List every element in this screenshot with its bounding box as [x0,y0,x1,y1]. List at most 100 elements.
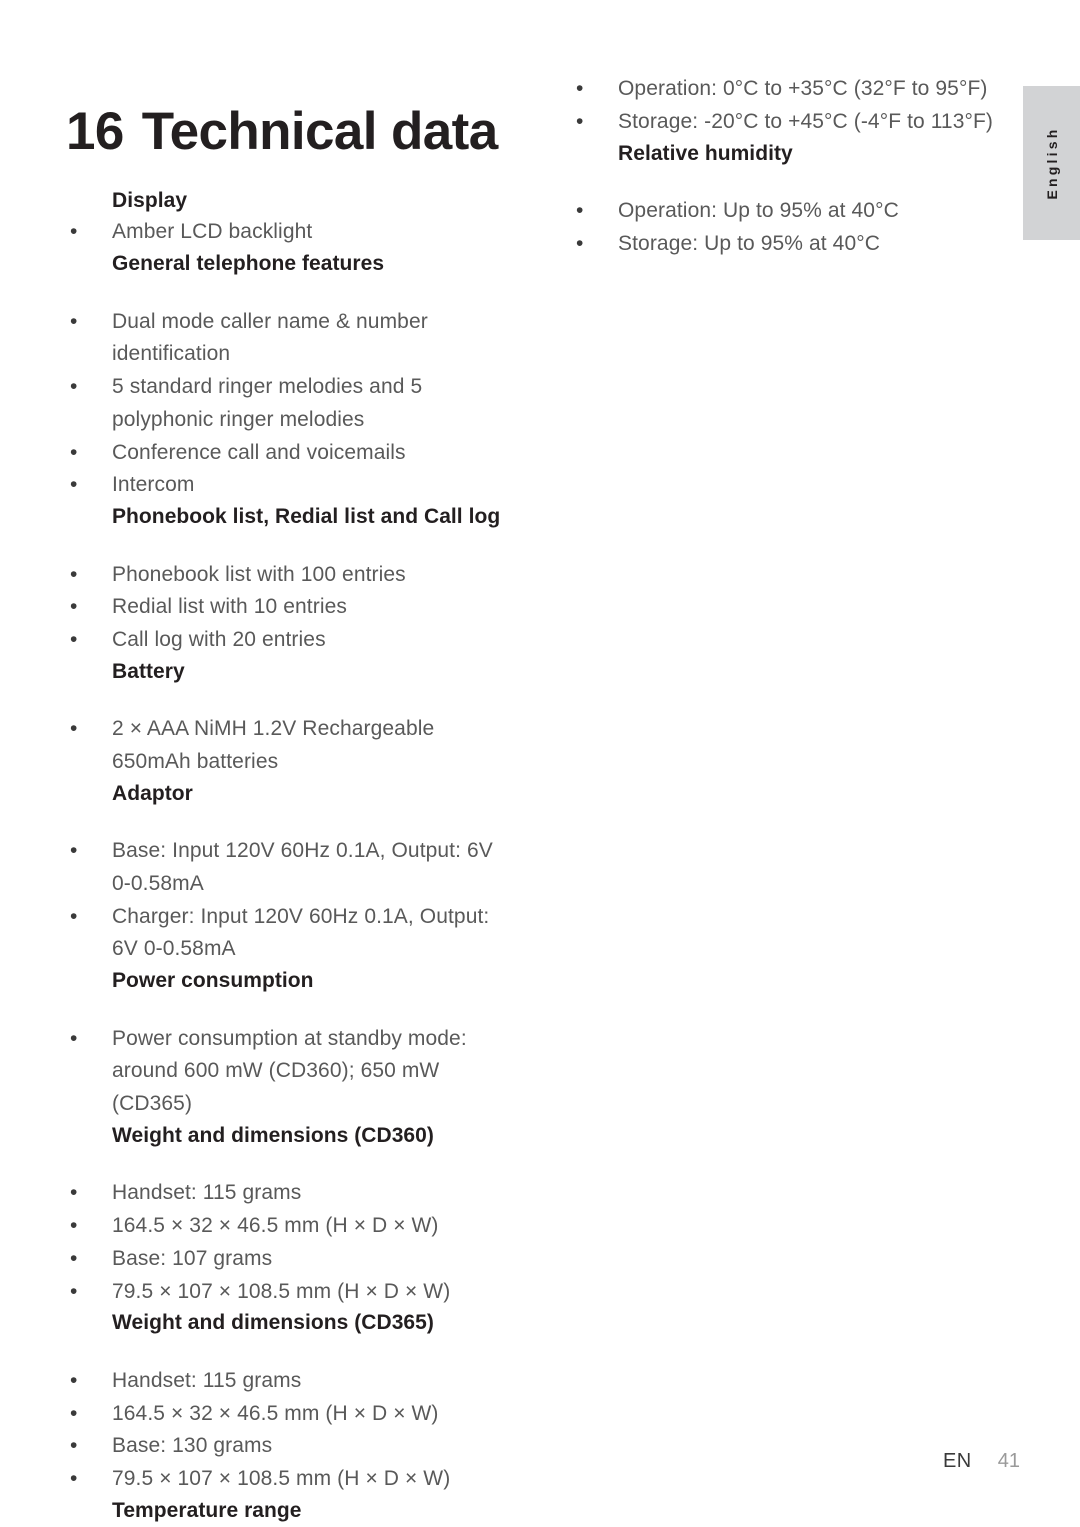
bullet-dot-icon: • [576,198,584,222]
bullet-dot-icon: • [576,231,584,255]
bullet-item-text: Base: Input 120V 60Hz 0.1A, Output: 6V 0-… [112,835,518,901]
bullet-list-item: • Storage: Up to 95% at 40°C [572,228,1020,261]
footer-locale: EN [942,1450,972,1472]
bullet-item-text: 79.5 × 107 × 108.5 mm (H × D × W) [112,1276,518,1309]
bullet-list-item: • Handset: 115 grams [66,1177,518,1210]
page-title-text: Technical data [141,101,498,161]
bullet-text-line: 5 standard ringer melodies and 5 [112,375,423,399]
bullet-item-text: Handset: 115 grams [112,1177,518,1210]
bullet-dot-icon: • [70,1214,78,1238]
bullet-item-text: Dual mode caller name & number identifica… [112,306,518,372]
bullet-text-line: Handset: 115 grams [112,1368,302,1392]
bullet-list-item: • Base: 107 grams [66,1243,518,1276]
bullet-list-item: • 5 standard ringer melodies and 5 polypho… [66,371,518,437]
bullet-text-line: Redial list with 10 entries [112,595,347,619]
bullet-text-line: 650mAh batteries [112,750,279,773]
section-heading: Display [112,189,188,212]
section-heading: Adaptor [112,781,193,805]
bullet-text-line: Storage: -20°C to +45°C (-4°F to 113°F) [618,109,994,133]
bullet-list-item: • Dual mode caller name & number identific… [66,306,518,372]
right-column: • Operation: 0°C to +35°C (32°F to 95°F) •… [572,73,1020,260]
bullet-text-line: Amber LCD backlight [112,220,313,244]
bullet-list-item: • Operation: Up to 95% at 40°C [572,195,1020,228]
bullet-text-line: around 600 mW (CD360); 650 mW [112,1059,440,1083]
bullet-text-line: Intercom [112,473,195,497]
bullet-text-line: 6V 0-0.58mA [112,937,236,961]
bullet-list-item: • 164.5 × 32 × 46.5 mm (H × D × W) [66,1210,518,1243]
bullet-item-text: 164.5 × 32 × 46.5 mm (H × D × W) [112,1398,518,1431]
bullet-dot-icon: • [70,1368,78,1392]
bullet-dot-icon: • [576,109,584,133]
bullet-dot-icon: • [70,220,78,244]
page-title: 16 Technical data [66,102,498,161]
bullet-list-item: • 2 × AAA NiMH 1.2V Rechargeable 650mAh ba… [66,713,518,779]
bullet-item-text: Storage: Up to 95% at 40°C [618,228,1020,261]
bullet-text-line: 0-0.58mA [112,871,204,895]
bullet-text-line: 164.5 × 32 × 46.5 mm (H × D × W) [112,1214,439,1238]
section-heading: Phonebook list, Redial list and Call log [112,505,501,529]
bullet-item-text: Operation: Up to 95% at 40°C [618,195,1020,228]
bullet-list-item: • Charger: Input 120V 60Hz 0.1A, Output: 6… [66,901,518,967]
bullet-dot-icon: • [70,595,78,619]
bullet-list-item: • 79.5 × 107 × 108.5 mm (H × D × W) [66,1276,518,1309]
bullet-item-text: Intercom [112,469,518,502]
page-footer: EN 41 [66,1449,1020,1473]
bullet-item-text: Phonebook list with 100 entries [112,559,518,592]
bullet-list-item: • Call log with 20 entries [66,624,518,657]
bullet-dot-icon: • [70,904,78,928]
bullet-text-line: Operation: Up to 95% at 40°C [618,198,899,222]
language-tab: English [1023,86,1080,240]
bullet-text-line: 164.5 × 32 × 46.5 mm (H × D × W) [112,1401,439,1425]
page-title-number: 16 [66,101,124,161]
bullet-text-line: 79.5 × 107 × 108.5 mm (H × D × W) [112,1279,451,1303]
language-tab-label: English [1043,126,1060,200]
bullet-item-text: Handset: 115 grams [112,1365,518,1398]
bullet-text-line: Conference call and voicemails [112,440,406,464]
bullet-dot-icon: • [70,1026,78,1050]
bullet-text-line: Base: Input 120V 60Hz 0.1A, Output: 6V [112,839,493,863]
bullet-item-text: 164.5 × 32 × 46.5 mm (H × D × W) [112,1210,518,1243]
bullet-list-item: • Conference call and voicemails [66,437,518,470]
bullet-text-line: (CD365) [112,1092,193,1116]
bullet-dot-icon: • [70,1279,78,1303]
bullet-item-text: Operation: 0°C to +35°C (32°F to 95°F) [618,73,1020,106]
left-column: Display • Amber LCD backlight General telep… [66,186,518,1526]
bullet-dot-icon: • [70,375,78,399]
bullet-item-text: Base: 107 grams [112,1243,518,1276]
section-heading: Power consumption [112,969,314,993]
section-heading: Temperature range [112,1498,302,1522]
bullet-text-line: Call log with 20 entries [112,628,326,652]
bullet-dot-icon: • [70,473,78,497]
bullet-dot-icon: • [70,562,78,586]
bullet-item-text: Charger: Input 120V 60Hz 0.1A, Output: 6V… [112,901,518,967]
section-heading: Weight and dimensions (CD360) [112,1123,434,1147]
bullet-list-item: • Power consumption at standby mode: aroun… [66,1023,518,1121]
footer-page-number: 41 [997,1450,1020,1472]
bullet-list-item: • Intercom [66,469,518,502]
bullet-list-item: • Redial list with 10 entries [66,591,518,624]
bullet-list-item: • Handset: 115 grams [66,1365,518,1398]
bullet-item-text: Call log with 20 entries [112,624,518,657]
bullet-dot-icon: • [70,309,78,333]
bullet-item-text: Conference call and voicemails [112,437,518,470]
bullet-dot-icon: • [70,440,78,464]
bullet-text-line: Base: 107 grams [112,1246,273,1270]
bullet-text-line: Handset: 115 grams [112,1181,302,1205]
bullet-item-text: Power consumption at standby mode: around… [112,1023,518,1121]
bullet-text-line: 2 × AAA NiMH 1.2V Rechargeable [112,717,435,741]
bullet-dot-icon: • [70,1401,78,1425]
bullet-item-text: 2 × AAA NiMH 1.2V Rechargeable 650mAh bat… [112,713,518,779]
bullet-text-line: Phonebook list with 100 entries [112,562,406,586]
bullet-text-line: Charger: Input 120V 60Hz 0.1A, Output: [112,904,490,928]
bullet-list-item: • Storage: -20°C to +45°C (-4°F to 113°F) [572,106,1020,139]
bullet-text-line: Power consumption at standby mode: [112,1026,467,1050]
bullet-list-item: • Amber LCD backlight [66,216,518,249]
bullet-item-text: Storage: -20°C to +45°C (-4°F to 113°F) [618,106,1020,139]
bullet-dot-icon: • [70,717,78,741]
